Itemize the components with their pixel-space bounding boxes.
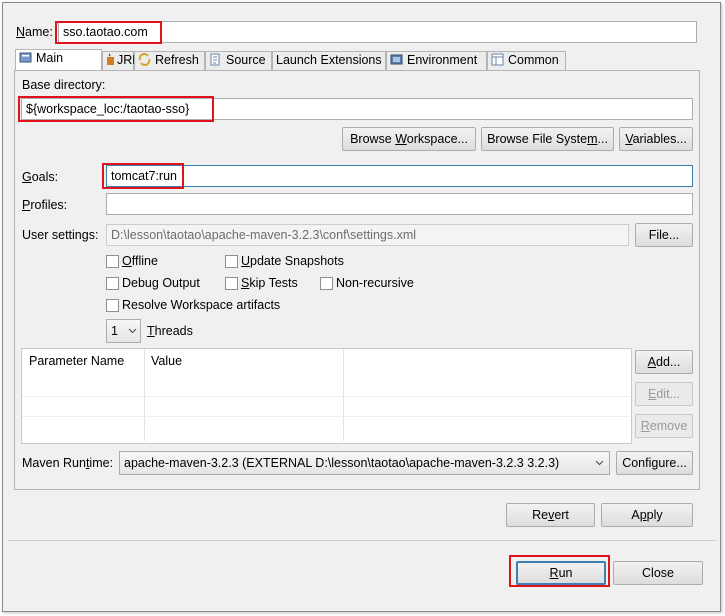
environment-icon: [390, 54, 403, 65]
skip-tests-checkbox[interactable]: [225, 277, 238, 290]
tab-main-label: Main: [36, 51, 64, 65]
parameters-table[interactable]: Parameter Name Value: [21, 348, 632, 444]
tab-jre[interactable]: JRE: [102, 51, 141, 70]
maven-runtime-select[interactable]: apache-maven-3.2.3 (EXTERNAL D:\lesson\t…: [119, 451, 610, 475]
user-settings-label: User settings:: [22, 228, 99, 242]
goals-highlight: [102, 163, 184, 189]
name-highlight: [55, 21, 162, 44]
threads-label: Threads: [147, 324, 193, 338]
source-icon: [210, 53, 220, 66]
tab-refresh[interactable]: Refresh: [134, 51, 205, 70]
row-divider: [22, 396, 629, 397]
column-header-parameter-name[interactable]: Parameter Name: [22, 349, 144, 373]
chevron-down-icon: [595, 460, 604, 466]
offline-checkbox[interactable]: [106, 255, 119, 268]
refresh-icon: [138, 53, 151, 66]
non-recursive-label: Non-recursive: [336, 276, 414, 290]
debug-output-label: Debug Output: [122, 276, 200, 290]
row-divider: [22, 416, 629, 417]
tab-source-label: Source: [226, 53, 266, 67]
threads-value: 1: [111, 324, 118, 338]
common-icon: [491, 53, 504, 66]
non-recursive-checkbox[interactable]: [320, 277, 333, 290]
name-label: Name:: [16, 25, 53, 39]
user-settings-file-button[interactable]: File...: [635, 223, 693, 247]
chevron-down-icon: [128, 328, 137, 334]
variables-button[interactable]: Variables...: [619, 127, 693, 151]
threads-select[interactable]: 1: [106, 319, 141, 343]
profiles-input[interactable]: [106, 193, 693, 215]
edit-parameter-button[interactable]: Edit...: [635, 382, 693, 406]
offline-label: Offline: [122, 254, 158, 268]
tab-launch-extensions-label: Launch Extensions: [276, 53, 382, 67]
footer-separator: [8, 540, 717, 541]
update-snapshots-label: Update Snapshots: [241, 254, 344, 268]
column-header-value[interactable]: Value: [144, 349, 344, 373]
tab-source[interactable]: Source: [205, 51, 272, 70]
maven-runtime-label: Maven Runtime:: [22, 456, 114, 470]
tab-environment[interactable]: Environment: [386, 51, 487, 70]
column-divider: [343, 349, 344, 441]
tab-environment-label: Environment: [407, 53, 478, 67]
tab-main[interactable]: Main: [15, 49, 102, 71]
maven-main-icon: [19, 52, 32, 63]
configure-button[interactable]: Configure...: [616, 451, 693, 475]
goals-label: Goals:: [22, 170, 59, 184]
tab-common-label: Common: [508, 53, 559, 67]
tab-common[interactable]: Common: [487, 51, 566, 70]
browse-file-system-button[interactable]: Browse File System...: [481, 127, 614, 151]
run-highlight: [509, 555, 610, 587]
resolve-workspace-label: Resolve Workspace artifacts: [122, 298, 281, 312]
maven-runtime-value: apache-maven-3.2.3 (EXTERNAL D:\lesson\t…: [124, 456, 560, 470]
debug-output-checkbox[interactable]: [106, 277, 119, 290]
remove-parameter-button[interactable]: Remove: [635, 414, 693, 438]
jre-icon: [107, 53, 114, 65]
update-snapshots-checkbox[interactable]: [225, 255, 238, 268]
tab-launch-extensions[interactable]: Launch Extensions: [272, 51, 386, 70]
base-directory-highlight: [18, 96, 214, 122]
user-settings-input[interactable]: D:\lesson\taotao\apache-maven-3.2.3\conf…: [106, 224, 629, 246]
profiles-label: Profiles:: [22, 198, 68, 212]
add-parameter-button[interactable]: Add...: [635, 350, 693, 374]
apply-button[interactable]: Apply: [601, 503, 693, 527]
revert-button[interactable]: Revert: [506, 503, 595, 527]
base-directory-label: Base directory:: [22, 78, 106, 92]
close-button[interactable]: Close: [613, 561, 703, 585]
browse-workspace-button[interactable]: Browse Workspace...: [342, 127, 476, 151]
tab-refresh-label: Refresh: [155, 53, 199, 67]
column-divider: [144, 349, 145, 441]
skip-tests-label: Skip Tests: [241, 276, 298, 290]
resolve-workspace-checkbox[interactable]: [106, 299, 119, 312]
goals-input[interactable]: tomcat7:run: [106, 165, 693, 187]
